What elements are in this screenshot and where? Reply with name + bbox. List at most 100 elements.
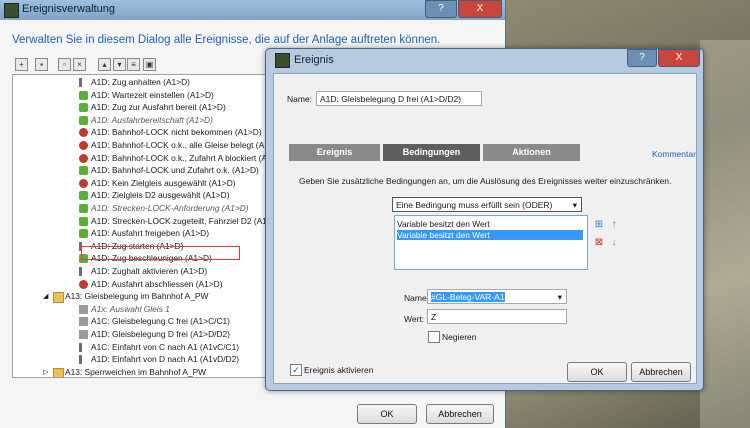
tree-item-label: A1D: Gleisbelegung D frei (A1>D/D2) [91,329,230,339]
tree-item-label: A1D: Bahnhof-LOCK und Zufahrt o.k. (A1>D… [91,165,259,176]
red-stop-icon [79,178,88,188]
tab-event[interactable]: Ereignis [289,144,380,161]
dialog-title-bar: Ereignis ? X [266,49,703,71]
add-condition-icon[interactable]: ⊞ [594,220,604,230]
activate-label: Ereignis aktivieren [304,365,374,375]
name-label: Name: [287,94,313,104]
dialog-close-button[interactable]: X [658,49,700,67]
window-title: Ereignisverwaltung [22,3,115,15]
variable-name-value: #GL-Beleg-VAR-A1 [431,292,505,302]
signal-icon [79,342,82,352]
save-icon[interactable]: ▣ [143,58,156,71]
condition-item[interactable]: Variable besitzt den Wert [397,219,490,229]
expand-toggle-icon[interactable]: ▷ [43,367,48,377]
negate-label: Negieren [442,332,477,342]
dialog-cancel-button[interactable]: Abbrechen [631,362,691,382]
signal-icon [79,267,82,276]
green-arrow-icon [79,216,88,226]
move-up-arrow-icon[interactable]: ↑ [609,220,619,230]
tree-item-label: A1D: Bahnhof-LOCK o.k., alle Gleise bele… [91,140,283,150]
activate-checkbox[interactable]: ✓ [290,364,302,376]
title-bar: Ereignisverwaltung ? X [0,0,505,20]
help-button[interactable]: ? [425,0,457,18]
negate-checkbox[interactable] [428,331,440,343]
green-arrow-icon [79,191,88,201]
comment-icon[interactable]: ▪ [35,58,48,71]
tree-item-label: A1D: Zielgleis D2 ausgewählt (A1>D) [91,190,230,201]
dialog-ok-button[interactable]: OK [567,362,627,382]
condition-list[interactable]: Variable besitzt den Wert Variable besit… [394,215,588,270]
green-arrow-icon [79,204,88,213]
tree-item-label: A1D: Ausfahrt freigeben (A1>D) [91,228,210,239]
move-down-icon[interactable]: ▾ [113,58,126,71]
grey-item-icon [79,304,88,314]
properties-icon[interactable]: ≡ [127,58,140,71]
intro-text: Verwalten Sie in diesem Dialog alle Erei… [12,34,441,46]
green-arrow-icon [79,115,88,125]
green-arrow-icon [79,103,88,113]
tree-item-label: A1D: Wartezeit einstellen (A1>D) [91,89,214,100]
ok-button[interactable]: OK [357,404,417,424]
tree-item-label: A1D: Einfahrt von D nach A1 (A1vD/D2) [91,354,240,365]
tree-item-label: A1C: Einfahrt von C nach A1 (A1vC/C1) [91,341,240,352]
event-dialog: Ereignis ? X Name: A1D: Gleisbelegung D … [265,48,704,391]
event-name-field[interactable]: A1D: Gleisbelegung D frei (A1>D/D2) [316,91,482,106]
tree-item-label: A1x: Auswahl Gleis 1 [91,303,170,314]
tree-item-label: A13: Sperrweichen im Bahnhof A_PW [65,366,207,377]
tree-item-label: A1D: Zug anhalten (A1>D) [91,77,190,87]
tab-actions[interactable]: Aktionen [483,144,580,161]
close-button[interactable]: X [458,0,502,18]
cancel-button[interactable]: Abbrechen [426,404,494,424]
tree-item-label: A1D: Bahnhof-LOCK nicht bekommen (A1>D) [91,127,262,138]
tree-item-label: A1D: Kein Zielgleis ausgewählt (A1>D) [91,177,236,188]
tree-item-label: A1D: Bahnhof-LOCK o.k., Zufahrt A blocki… [91,152,286,163]
red-stop-icon [79,141,88,150]
red-stop-icon [79,153,88,163]
signal-icon [79,355,82,365]
green-arrow-icon [79,166,88,176]
green-arrow-icon [79,90,88,100]
value-field[interactable]: Z [427,309,567,324]
tree-item-label: A1C: Gleisbelegung C frei (A1>C/C1) [91,316,230,327]
dialog-app-icon [275,53,290,68]
tree-item-label: A1D: Zug zur Ausfahrt bereit (A1>D) [91,102,226,113]
dialog-body: Name: A1D: Gleisbelegung D frei (A1>D/D2… [273,73,697,384]
grey-item-icon [79,330,88,339]
move-up-icon[interactable]: ▴ [98,58,111,71]
folder-icon [53,292,64,304]
delete-icon[interactable]: × [73,58,86,71]
new-event-icon[interactable]: + [15,58,28,71]
selection-highlight [81,246,240,260]
tree-item-label: A1D: Strecken-LOCK-Anforderung (A1>D) [91,203,249,213]
green-arrow-icon [79,229,88,239]
conditions-description: Geben Sie zusätzliche Bedingungen an, um… [299,176,672,186]
variable-name-select[interactable]: #GL-Beleg-VAR-A1 ▾ [427,289,567,304]
copy-icon[interactable]: ▫ [58,58,71,71]
red-stop-icon [79,279,88,289]
tree-item-label: A1D: Ausfahrt abschliessen (A1>D) [91,278,223,289]
expand-toggle-icon[interactable]: ◢ [43,291,48,302]
folder-icon [53,367,64,377]
dropdown-arrow-icon: ▾ [572,200,577,210]
remove-condition-icon[interactable]: ⊠ [594,238,604,248]
dialog-help-button[interactable]: ? [627,49,657,67]
grey-item-icon [79,317,88,327]
variable-name-label: Name: [404,293,430,303]
dialog-title: Ereignis [294,54,334,66]
variable-dropdown-arrow-icon: ▾ [557,292,562,302]
signal-icon [79,78,82,87]
tab-conditions[interactable]: Bedingungen [383,144,480,161]
app-icon [4,3,19,18]
condition-mode-value: Eine Bedingung muss erfüllt sein (ODER) [396,200,553,210]
condition-mode-select[interactable]: Eine Bedingung muss erfüllt sein (ODER) … [392,197,582,212]
tree-item-label: A1D: Strecken-LOCK zugeteilt, Fahrziel D… [91,215,281,226]
value-label: Wert: [404,314,425,324]
move-down-arrow-icon[interactable]: ↓ [609,238,619,248]
tree-item-label: A13: Gleisbelegung im Bahnhof A_PW [65,291,209,302]
tree-item-label: A1D: Ausfahrbereitschaft (A1>D) [91,114,213,125]
tree-item-label: A1D: Zughalt aktivieren (A1>D) [91,266,208,276]
track-background [700,40,750,428]
condition-item-selected[interactable]: Variable besitzt den Wert [397,230,583,240]
red-stop-icon [79,128,88,138]
comment-link[interactable]: Kommentar [652,149,696,159]
